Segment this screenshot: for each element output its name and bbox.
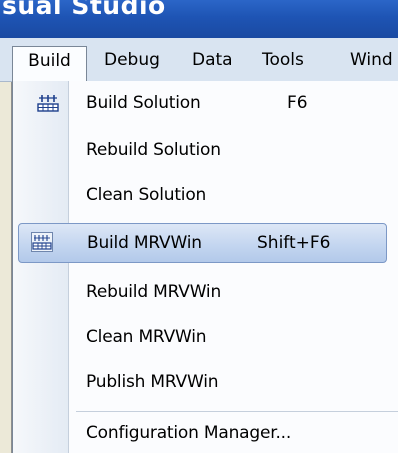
menu-item-clean-solution[interactable]: Clean Solution <box>19 176 398 216</box>
menu-item-label: Rebuild MRVWin <box>86 282 222 302</box>
menu-item-shortcut: Shift+F6 <box>257 233 331 253</box>
build-project-icon <box>31 232 53 252</box>
menu-window[interactable]: Wind <box>350 46 393 76</box>
menu-item-shortcut: F6 <box>287 93 308 113</box>
build-icon <box>37 95 59 112</box>
menu-item-label: Clean Solution <box>86 185 207 205</box>
menu-build[interactable]: Build <box>12 46 87 83</box>
title-bar: sual Studio <box>0 0 398 38</box>
menu-item-label: Publish MRVWin <box>86 372 219 392</box>
menu-item-build-solution[interactable]: Build Solution F6 <box>19 84 398 124</box>
menu-item-label: Build Solution <box>86 93 201 113</box>
menu-item-build-mrvwin[interactable]: Build MRVWin Shift+F6 <box>18 223 387 263</box>
menu-item-label: Build MRVWin <box>87 233 202 253</box>
menu-debug[interactable]: Debug <box>104 46 160 76</box>
menu-item-rebuild-solution[interactable]: Rebuild Solution <box>19 131 398 171</box>
ide-background-edge <box>0 82 12 453</box>
menu-item-publish-mrvwin[interactable]: Publish MRVWin <box>19 363 398 403</box>
menu-bar: Build Debug Data Tools Wind <box>0 38 398 83</box>
menu-data[interactable]: Data <box>192 46 233 76</box>
menu-item-label: Rebuild Solution <box>86 140 221 160</box>
window-title: sual Studio <box>2 0 166 20</box>
menu-separator <box>76 411 398 412</box>
menu-tools[interactable]: Tools <box>262 46 304 76</box>
menu-item-rebuild-mrvwin[interactable]: Rebuild MRVWin <box>19 273 398 313</box>
menu-item-configuration-manager[interactable]: Configuration Manager... <box>19 414 398 454</box>
menu-item-label: Configuration Manager... <box>86 423 292 443</box>
build-dropdown-menu: Build Solution F6 Rebuild Solution Clean… <box>12 81 398 453</box>
menu-item-label: Clean MRVWin <box>86 327 207 347</box>
menu-item-clean-mrvwin[interactable]: Clean MRVWin <box>19 318 398 358</box>
